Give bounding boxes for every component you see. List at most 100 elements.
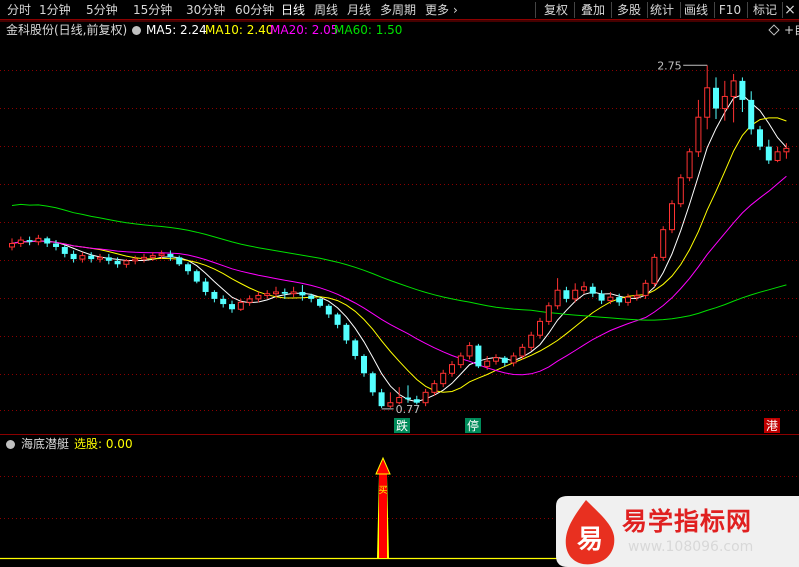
candle-up <box>466 342 473 360</box>
candle-down <box>211 290 218 303</box>
period-tab-fenshi[interactable]: 分时 <box>7 2 31 18</box>
badge-text: 停 <box>467 418 479 433</box>
candle-up <box>545 302 552 325</box>
candle-body <box>158 253 165 257</box>
candle-up <box>123 259 130 268</box>
candle-body <box>9 243 15 248</box>
candle-body <box>651 256 658 284</box>
candle-down <box>598 290 605 305</box>
multi-stock-button[interactable]: 多股 <box>612 1 646 19</box>
indicator-select-value: 选股: 0.00 <box>74 437 133 451</box>
candle-up <box>97 253 103 263</box>
period-tab-daily[interactable]: 日线 <box>281 2 305 18</box>
candle-down <box>369 371 376 396</box>
candle-body <box>457 355 464 366</box>
candle-down <box>44 236 51 247</box>
candle-body <box>229 304 235 310</box>
mark-button[interactable]: 标记 <box>748 1 782 19</box>
period-tab-weekly[interactable]: 周线 <box>314 2 338 18</box>
candle-up <box>422 388 429 407</box>
statistics-button[interactable]: 统计 <box>645 1 679 19</box>
candle-body <box>677 177 684 205</box>
ma-legend: 金科股份(日线,前复权) MA5: 2.24 MA10: 2.40 MA20: … <box>0 21 799 39</box>
candle-body <box>501 357 508 363</box>
candle-down <box>193 269 200 284</box>
candle-up <box>510 352 517 367</box>
hk-connect-badge: 港 <box>764 418 780 433</box>
candle-down <box>70 250 77 263</box>
period-tab-more[interactable]: 更多 <box>425 2 449 18</box>
ma5-line <box>11 94 787 403</box>
candle-body <box>79 255 86 260</box>
candle-up <box>519 343 526 360</box>
candle-up <box>625 293 631 306</box>
period-tab-5min[interactable]: 5分钟 <box>86 2 118 18</box>
candle-up <box>493 354 499 365</box>
candle-body <box>299 291 306 296</box>
draw-line-button[interactable]: 画线 <box>679 1 713 19</box>
candle-down <box>202 278 209 296</box>
candle-body <box>475 345 482 367</box>
kline-chart[interactable]: 2.75 0.77 跌 停 港 买 <box>0 0 799 567</box>
logo-char: 易 <box>577 525 603 555</box>
candle-down <box>229 300 235 313</box>
candle-down <box>105 253 112 265</box>
fuquan-button[interactable]: 复权 <box>539 1 573 19</box>
candle-body <box>193 271 200 282</box>
candle-body <box>739 80 746 100</box>
legend-right-text: +自 <box>784 23 799 37</box>
overlay-button[interactable]: 叠加 <box>576 1 610 19</box>
candle-body <box>493 357 499 362</box>
candle-body <box>211 291 218 299</box>
candle-body <box>220 298 227 305</box>
candle-up <box>528 331 535 351</box>
period-tab-monthly[interactable]: 月线 <box>347 2 371 18</box>
candle-body <box>519 346 526 357</box>
candle-down <box>563 286 570 303</box>
candle-down <box>26 236 33 246</box>
ma20-label: MA20: 2.05 <box>270 23 339 37</box>
indicator-pane: 买 <box>375 456 391 558</box>
candle-body <box>352 340 359 356</box>
diamond-icon[interactable] <box>768 24 780 36</box>
candle-body <box>387 402 394 407</box>
indicator-settings-icon[interactable] <box>6 440 15 449</box>
more-chevron-icon[interactable]: › <box>453 2 458 18</box>
candle-down <box>475 343 482 369</box>
candle-down <box>167 250 174 261</box>
candle-body <box>545 305 552 322</box>
period-tab-15min[interactable]: 15分钟 <box>133 2 172 18</box>
period-tab-30min[interactable]: 30分钟 <box>186 2 225 18</box>
badge-text: 港 <box>766 419 778 433</box>
candle-down <box>352 338 359 360</box>
settings-dot-icon[interactable] <box>132 26 141 35</box>
period-tab-multi[interactable]: 多周期 <box>380 2 416 18</box>
candle-up <box>633 290 640 301</box>
candle-up <box>554 278 561 310</box>
candle-up <box>141 253 147 263</box>
candle-body <box>748 99 755 130</box>
candle-down <box>378 388 385 408</box>
candle-up <box>431 380 438 396</box>
candle-body <box>589 286 596 294</box>
candle-body <box>669 203 675 231</box>
period-tab-1min[interactable]: 1分钟 <box>39 2 71 18</box>
candle-body <box>44 238 51 244</box>
candle-body <box>625 296 631 303</box>
candle-body <box>704 87 711 118</box>
close-icon[interactable]: × <box>783 1 797 19</box>
candle-down <box>325 304 332 318</box>
candle-down <box>220 295 227 308</box>
candle-up <box>449 361 455 377</box>
candlestick-series <box>9 65 790 408</box>
candle-body <box>202 281 209 292</box>
indicator-name[interactable]: 海底潜艇 <box>21 436 69 452</box>
ma10-line <box>11 117 787 393</box>
f10-button[interactable]: F10 <box>714 1 746 19</box>
period-tab-60min[interactable]: 60分钟 <box>235 2 274 18</box>
badge-text: 跌 <box>396 418 408 433</box>
toolbar-divider <box>535 2 536 18</box>
period-toolbar: 分时 1分钟 5分钟 15分钟 30分钟 60分钟 日线 周线 月线 多周期 更… <box>0 0 799 20</box>
candle-body <box>607 296 614 302</box>
candle-body <box>440 372 447 385</box>
